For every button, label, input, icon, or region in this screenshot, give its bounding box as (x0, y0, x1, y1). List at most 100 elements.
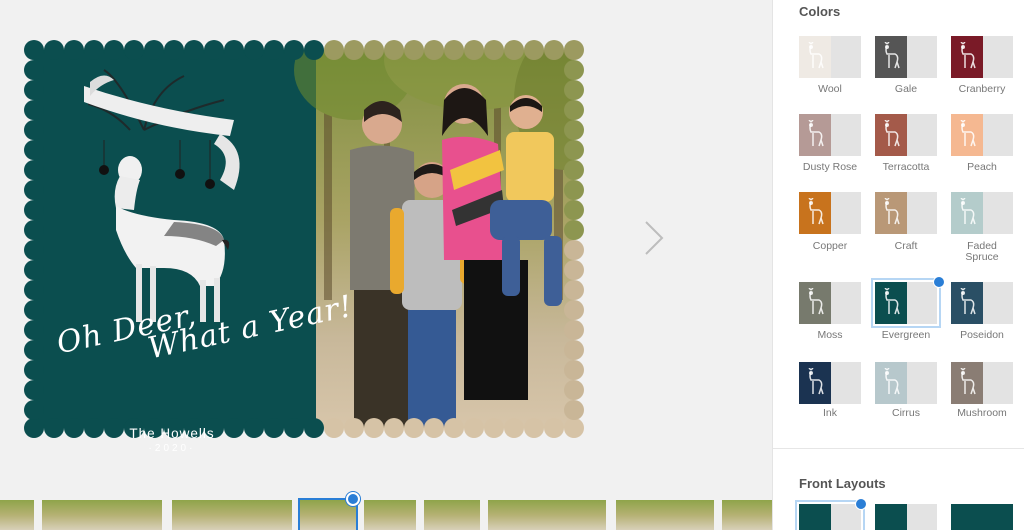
card-scallop-edge (24, 80, 44, 100)
card-scallop-edge (184, 40, 204, 60)
photo-thumbnail[interactable] (0, 500, 34, 530)
card-scallop-edge (364, 418, 384, 438)
deer-icon (960, 198, 976, 225)
color-swatch-dusty-rose[interactable] (799, 114, 861, 156)
swatch-back (907, 362, 937, 404)
card-scallop-edge (564, 418, 584, 438)
deer-icon (960, 120, 976, 147)
card-scallop-edge (384, 418, 404, 438)
color-swatch-evergreen[interactable] (871, 278, 941, 328)
swatch-back (907, 114, 937, 156)
color-swatch-mushroom[interactable] (951, 362, 1013, 404)
card-scallop-edge (464, 40, 484, 60)
card-year: ·2020· (148, 443, 196, 454)
selected-color-check-icon (933, 276, 945, 288)
selected-layout-check-icon (855, 498, 867, 510)
card-scallop-edge (24, 380, 44, 400)
color-swatch-ink[interactable] (799, 362, 861, 404)
card-scallop-edge (424, 418, 444, 438)
card-scallop-edge (564, 80, 584, 100)
card-scallop-edge (24, 160, 44, 180)
card-scallop-edge (564, 100, 584, 120)
front-layout-option-1[interactable] (795, 498, 867, 530)
card-scallop-edge (484, 418, 504, 438)
swatch-back (831, 192, 861, 234)
color-swatch-craft[interactable] (875, 192, 937, 234)
swatch-front (875, 192, 907, 234)
card-scallop-edge (24, 200, 44, 220)
color-swatch-cirrus[interactable] (875, 362, 937, 404)
swatch-back (983, 114, 1013, 156)
deer-icon (884, 120, 900, 147)
selected-thumbnail-check-icon (346, 492, 360, 506)
card-scallop-edge (24, 40, 44, 60)
swatch-back (983, 362, 1013, 404)
deer-icon (960, 42, 976, 69)
color-swatch-faded-spruce[interactable] (951, 192, 1013, 234)
card-scallop-edge (344, 40, 364, 60)
swatch-front (951, 362, 983, 404)
card-scallop-edge (524, 418, 544, 438)
card-scallop-edge (484, 40, 504, 60)
card-scallop-edge (44, 40, 64, 60)
card-scallop-edge (324, 40, 344, 60)
options-panel: Colors Wool Gale Cranberry Dusty Rose Terrac… (772, 0, 1024, 530)
photo-thumbnail[interactable] (172, 500, 292, 530)
card-scallop-edge (24, 240, 44, 260)
card-scallop-edge (564, 40, 584, 60)
card-scallop-edge (24, 220, 44, 240)
photo-thumbnail[interactable] (298, 498, 358, 530)
card-preview: Oh Deer, What a Year! The Howells ·2020· (24, 40, 584, 454)
card-scallop-edge (24, 100, 44, 120)
card-scallop-edge (24, 400, 44, 420)
swatch-front (951, 114, 983, 156)
photo-thumbnail[interactable] (488, 500, 606, 530)
swatch-front (875, 114, 907, 156)
card-scallop-edge (164, 40, 184, 60)
swatch-back (831, 282, 861, 324)
color-swatch-peach[interactable] (951, 114, 1013, 156)
deer-icon (884, 42, 900, 69)
photo-thumbnail-strip (0, 498, 772, 530)
card-scallop-edge (64, 40, 84, 60)
card-scallop-edge (24, 340, 44, 360)
photo-thumbnail[interactable] (616, 500, 714, 530)
card-scallop-edge (24, 300, 44, 320)
card-scallop-edge (564, 340, 584, 360)
color-swatch-label: Wool (818, 83, 842, 95)
deer-icon (808, 120, 824, 147)
deer-icon (884, 368, 900, 395)
color-swatch-gale[interactable] (875, 36, 937, 78)
color-swatch-wool[interactable] (799, 36, 861, 78)
swatch-front (875, 362, 907, 404)
card-scallop-edge (344, 418, 364, 438)
front-layout-option-2[interactable] (875, 504, 937, 530)
color-swatch-label: Dusty Rose (802, 161, 858, 173)
photo-thumbnail[interactable] (722, 500, 772, 530)
card-scallop-edge (24, 180, 44, 200)
color-swatch-label: Cranberry (958, 83, 1006, 95)
card-scallop-edge (404, 418, 424, 438)
card-scallop-edge (464, 418, 484, 438)
photo-thumbnail[interactable] (364, 500, 416, 530)
photo-thumbnail[interactable] (42, 500, 162, 530)
front-layout-option-3[interactable] (951, 504, 1013, 530)
photo-thumbnail[interactable] (424, 500, 480, 530)
color-swatch-cranberry[interactable] (951, 36, 1013, 78)
color-swatch-label: Poseidon (960, 329, 1004, 341)
card-scallop-edge (504, 418, 524, 438)
swatch-front (951, 192, 983, 234)
color-swatch-moss[interactable] (799, 282, 861, 324)
color-swatch-terracotta[interactable] (875, 114, 937, 156)
deer-icon (808, 288, 824, 315)
color-swatch-poseidon[interactable] (951, 282, 1013, 324)
swatch-back (983, 36, 1013, 78)
card-scallop-edge (564, 300, 584, 320)
color-swatch-copper[interactable] (799, 192, 861, 234)
next-arrow-icon[interactable] (642, 218, 666, 258)
card-scallop-edge (444, 40, 464, 60)
card-scallop-edge (544, 40, 564, 60)
card-scallop-edge (404, 40, 424, 60)
deer-icon (960, 288, 976, 315)
card-scallop-edge (564, 400, 584, 420)
